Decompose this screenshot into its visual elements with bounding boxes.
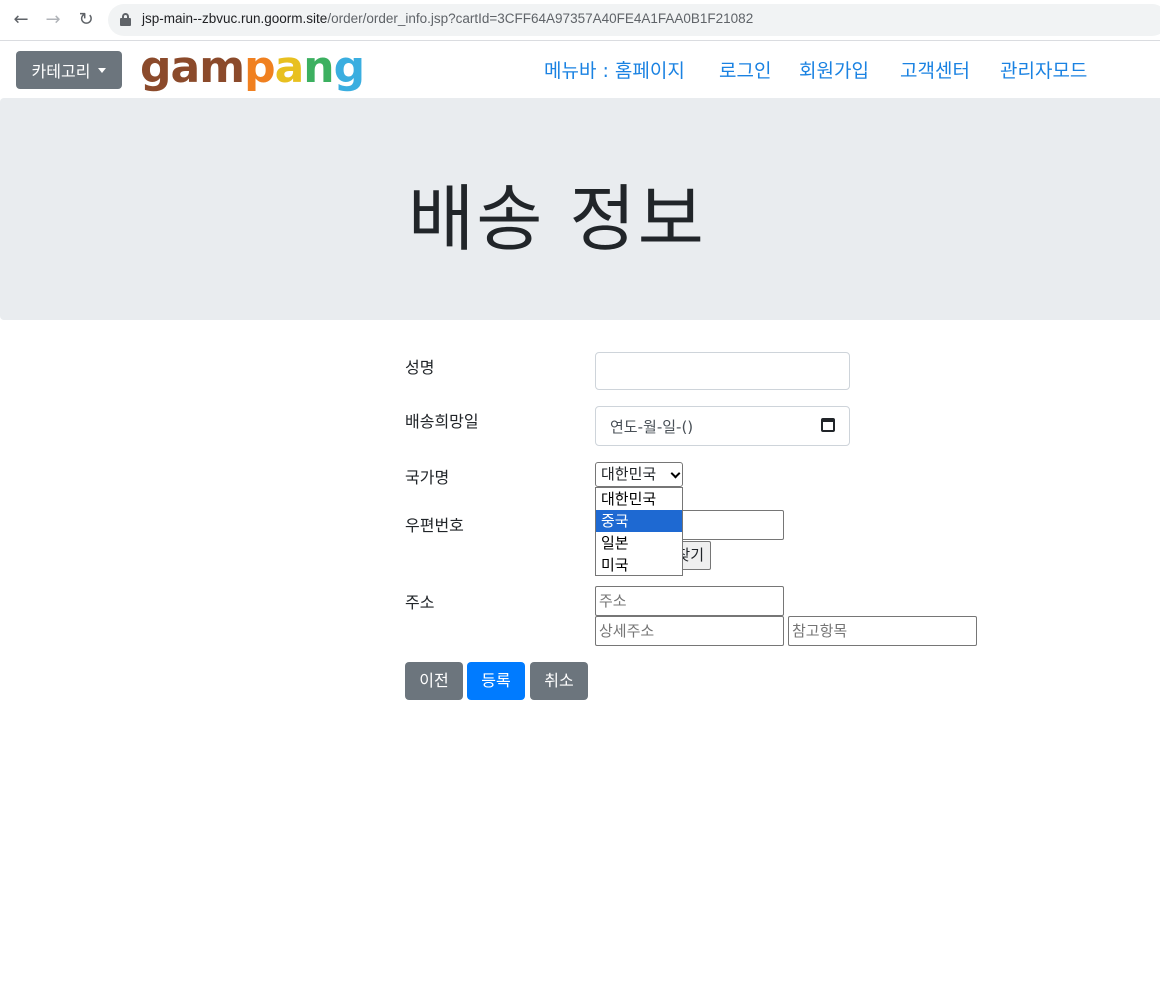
menu-link-admin[interactable]: 관리자모드	[1000, 56, 1087, 83]
back-arrow-icon[interactable]: ←	[11, 10, 31, 30]
logo-letter: m	[199, 42, 245, 93]
logo-letter: p	[244, 42, 275, 93]
menu-link-support[interactable]: 고객센터	[900, 56, 970, 83]
country-option-usa[interactable]: 미국	[596, 554, 682, 576]
cancel-button[interactable]: 취소	[530, 662, 588, 700]
country-selected-value: 대한민국	[601, 465, 657, 483]
address-label: 주소	[405, 593, 435, 612]
country-option-china[interactable]: 중국	[596, 510, 682, 532]
zipcode-label: 우편번호	[405, 516, 464, 535]
browser-toolbar: ← → ↻ jsp-main--zbvuc.run.goorm.site/ord…	[0, 0, 1160, 41]
country-select[interactable]: 대한민국	[595, 462, 683, 487]
name-input[interactable]	[595, 352, 850, 390]
country-option-japan[interactable]: 일본	[596, 532, 682, 554]
menu-link-signup[interactable]: 회원가입	[799, 56, 869, 83]
page-header: 배송 정보	[0, 98, 1160, 320]
url-host: jsp-main--zbvuc.run.goorm.site	[142, 11, 328, 26]
logo-letter: n	[303, 42, 334, 93]
logo-letter: a	[274, 42, 305, 93]
address-extra-input[interactable]: 참고항목	[788, 616, 977, 646]
country-option-korea[interactable]: 대한민국	[596, 488, 682, 510]
reload-icon[interactable]: ↻	[76, 10, 96, 30]
url-text: jsp-main--zbvuc.run.goorm.site/order/ord…	[142, 11, 753, 26]
category-button-label: 카테고리	[31, 62, 91, 81]
address-input[interactable]: 주소	[595, 586, 784, 616]
country-label: 국가명	[405, 468, 450, 487]
date-placeholder: 연도-월-일-()	[610, 418, 694, 436]
address-bar[interactable]: jsp-main--zbvuc.run.goorm.site/order/ord…	[108, 4, 1160, 36]
name-label: 성명	[405, 358, 435, 377]
delivery-date-input[interactable]: 연도-월-일-()	[595, 406, 850, 446]
logo-letter: a	[170, 42, 201, 93]
country-options-list: 대한민국 중국 일본 미국	[595, 487, 683, 576]
delivery-date-label: 배송희망일	[405, 412, 479, 431]
site-logo[interactable]: gampang	[140, 42, 365, 94]
submit-button[interactable]: 등록	[467, 662, 525, 700]
category-dropdown-button[interactable]: 카테고리	[16, 51, 122, 89]
forward-arrow-icon[interactable]: →	[43, 10, 63, 30]
logo-letter: g	[140, 42, 171, 93]
url-path: /order/order_info.jsp?cartId=3CFF64A9735…	[327, 11, 754, 26]
logo-letter: g	[333, 42, 365, 93]
page-title: 배송 정보	[408, 177, 706, 261]
site-navbar: 카테고리 gampang 메뉴바 : 홈페이지 로그인 회원가입 고객센터 관리…	[0, 42, 1160, 98]
chevron-down-icon	[670, 468, 681, 479]
lock-icon	[120, 13, 131, 26]
menu-link-login[interactable]: 로그인	[719, 56, 771, 83]
address-detail-input[interactable]: 상세주소	[595, 616, 784, 646]
prev-button[interactable]: 이전	[405, 662, 463, 700]
caret-down-icon	[98, 67, 107, 73]
menu-link-home[interactable]: 메뉴바 : 홈페이지	[544, 56, 685, 83]
calendar-icon[interactable]	[821, 418, 835, 432]
